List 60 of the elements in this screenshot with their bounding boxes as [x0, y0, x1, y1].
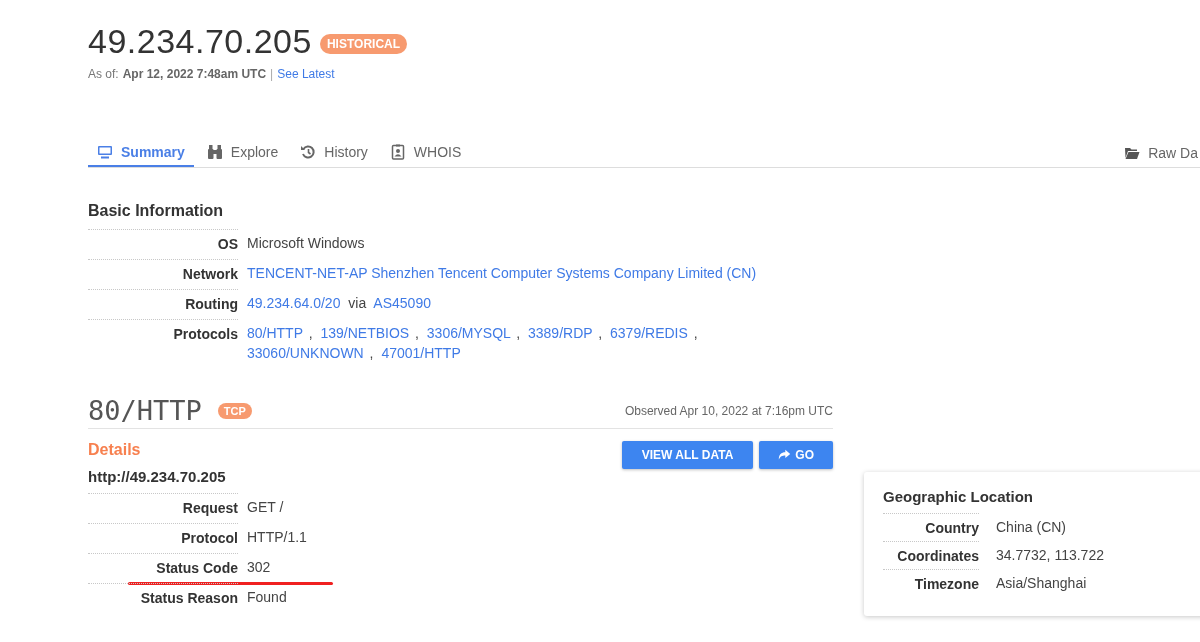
protocol-link[interactable]: 80/HTTP	[247, 325, 303, 341]
field-label: Country	[883, 513, 979, 541]
details-heading: Details	[88, 441, 142, 459]
field-label: Network	[88, 259, 238, 289]
see-latest-link[interactable]: See Latest	[277, 67, 335, 81]
protocol-link[interactable]: 33060/UNKNOWN	[247, 345, 364, 361]
comma: ,	[308, 325, 313, 341]
field-value: 34.7732, 113.722	[995, 546, 1104, 565]
go-button[interactable]: GO	[759, 441, 833, 469]
tab[interactable]: Explore	[197, 144, 288, 167]
field-label: Protocol	[88, 523, 238, 553]
field-label: Request	[88, 493, 238, 523]
field-label: Status Reason	[88, 583, 238, 613]
raw-data-tab[interactable]: Raw Da	[1124, 145, 1198, 167]
via-text: via	[348, 295, 367, 311]
field-label: Coordinates	[883, 541, 979, 569]
comma: ,	[693, 325, 698, 341]
tab[interactable]: WHOIS	[380, 144, 471, 167]
binoculars-icon	[206, 144, 223, 160]
observed-date: Observed Apr 10, 2022 at 7:16pm UTC	[624, 403, 833, 418]
field-value: GET /	[246, 498, 284, 517]
view-all-data-button[interactable]: VIEW ALL DATA	[621, 441, 754, 469]
route-link[interactable]: 49.234.64.0/20	[247, 295, 341, 311]
tab[interactable]: Summary	[88, 144, 194, 167]
comma: ,	[415, 325, 419, 341]
tcp-badge: TCP	[217, 402, 252, 419]
id-card-icon	[389, 144, 406, 160]
folder-icon	[1124, 145, 1141, 161]
as-of-date: Apr 12, 2022 7:48am UTC	[122, 67, 267, 81]
field-value: 302	[246, 558, 271, 577]
protocol-link[interactable]: 139/NETBIOS	[320, 325, 410, 341]
as-of-label: As of:	[88, 67, 119, 81]
card-heading: Geographic Location	[883, 488, 1034, 505]
monitor-icon	[97, 144, 113, 160]
field-label: Routing	[88, 289, 238, 319]
separator: |	[270, 67, 274, 81]
field-value: Microsoft Windows	[246, 234, 365, 253]
field-value: Found	[246, 588, 287, 607]
comma: ,	[369, 345, 374, 361]
field-value: China (CN)	[995, 518, 1066, 537]
historical-badge: HISTORICAL	[319, 33, 408, 54]
field-label: Timezone	[883, 569, 979, 597]
comma: ,	[598, 325, 603, 341]
field-value: HTTP/1.1	[246, 528, 307, 547]
protocol-link[interactable]: 47001/HTTP	[381, 345, 461, 361]
network-link[interactable]: TENCENT-NET-AP Shenzhen Tencent Computer Systems Company Limited (CN)	[247, 265, 757, 281]
tab[interactable]: History	[291, 144, 377, 167]
field-label: OS	[88, 229, 238, 259]
section-heading: Basic Information	[88, 202, 225, 220]
ip-address-title: 49.234.70.205	[88, 22, 312, 61]
comma: ,	[516, 325, 521, 341]
asn-link[interactable]: AS45090	[373, 295, 431, 311]
field-value: Asia/Shanghai	[995, 574, 1087, 593]
protocol-link[interactable]: 6379/REDIS	[610, 325, 688, 341]
field-label: Protocols	[88, 319, 238, 349]
protocol-link[interactable]: 3306/MYSQL	[426, 325, 511, 341]
url-text: http://49.234.70.205	[88, 468, 226, 485]
history-icon	[300, 144, 317, 160]
protocol-link[interactable]: 3389/RDP	[528, 325, 593, 341]
port-title: 80/HTTP	[88, 395, 202, 426]
